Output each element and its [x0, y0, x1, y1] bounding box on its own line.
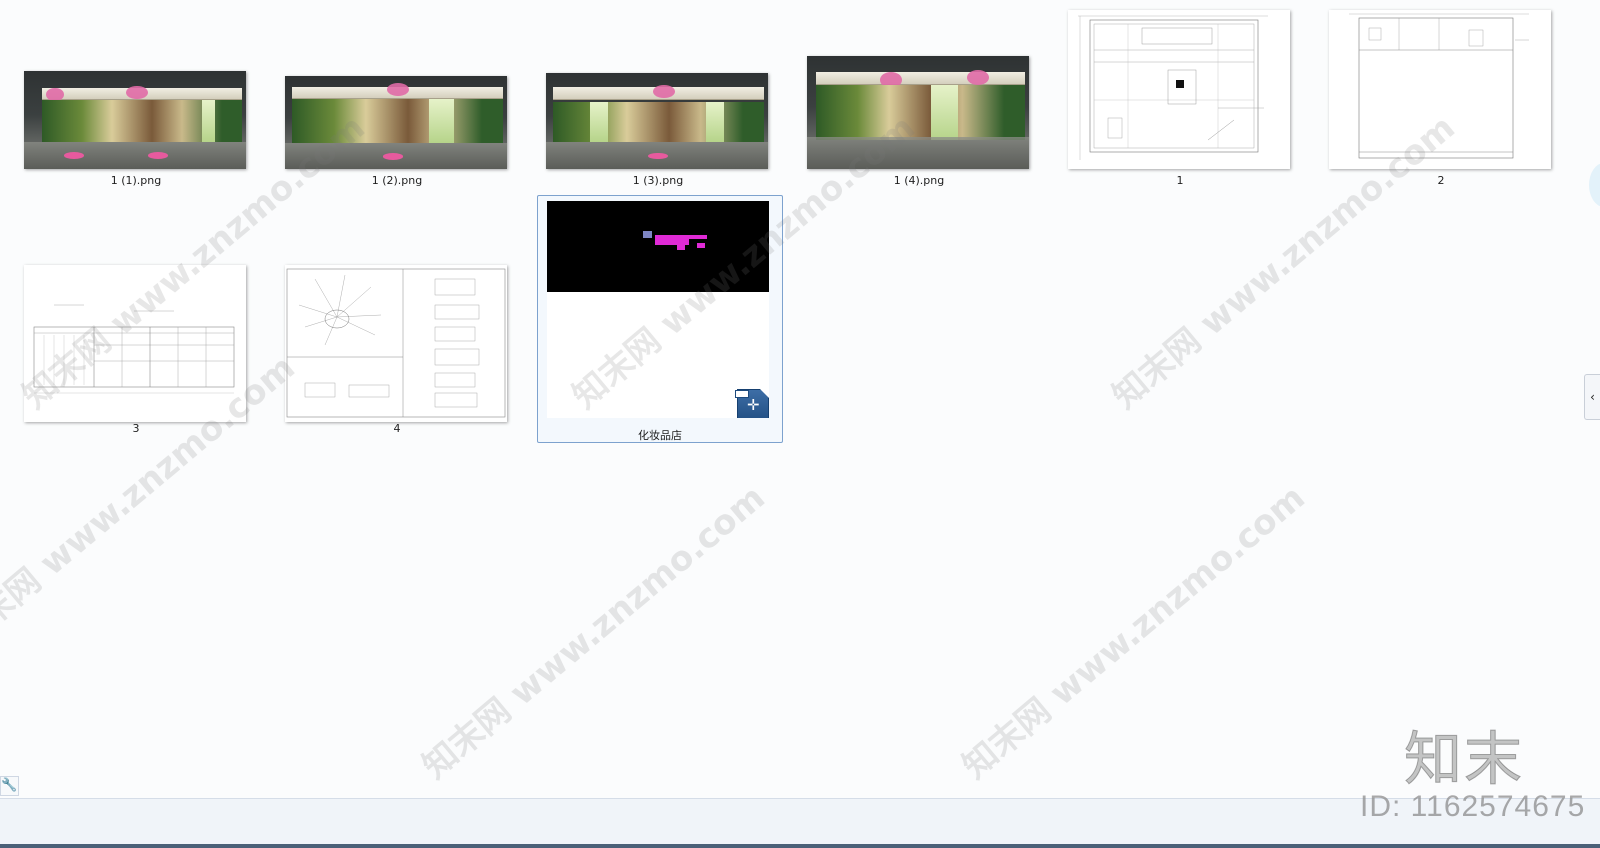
file-name: 4	[393, 422, 401, 435]
file-thumbnail	[546, 73, 768, 169]
file-thumbnail	[24, 71, 246, 169]
window-bottom-border	[0, 844, 1600, 848]
collapse-panel-button[interactable]: ‹	[1584, 374, 1600, 420]
file-item[interactable]: 1 (4).png	[796, 6, 1042, 254]
file-name: 1 (1).png	[110, 174, 162, 187]
file-name: 化妆品店	[638, 429, 682, 442]
file-item[interactable]: 1	[1057, 6, 1303, 254]
brand-id: ID: 1162574675	[1360, 790, 1586, 823]
file-name: 1	[1176, 174, 1184, 187]
wrench-icon[interactable]: 🔧	[0, 776, 19, 796]
cad-file-icon: ✛	[735, 389, 769, 418]
file-item[interactable]: 4	[274, 190, 520, 438]
brand-logo: 知末	[1403, 725, 1525, 794]
file-thumbnail	[1068, 10, 1290, 169]
file-name: 1 (3).png	[632, 174, 684, 187]
file-thumbnail	[285, 265, 507, 422]
